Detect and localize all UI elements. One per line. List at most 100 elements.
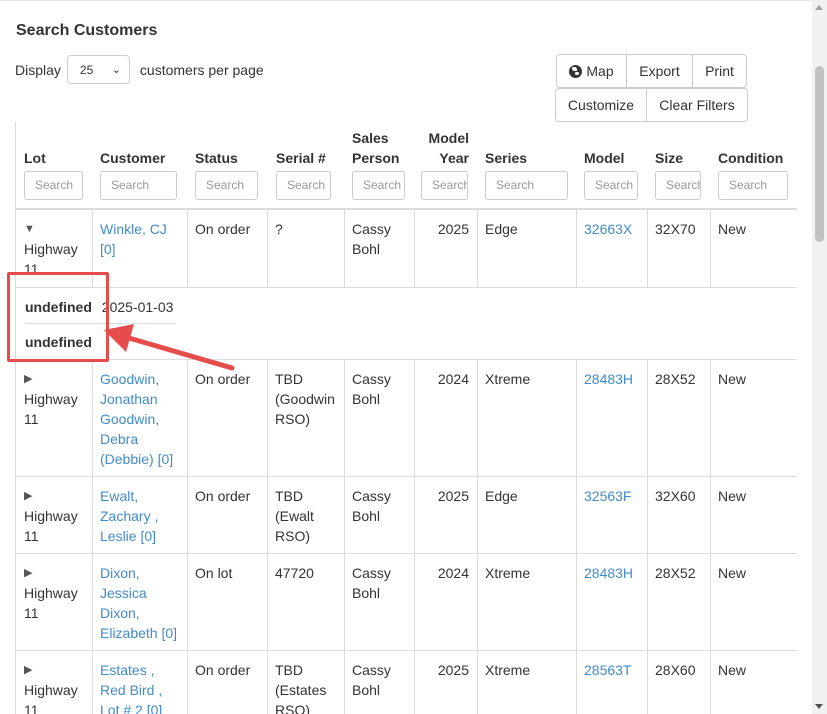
customer-search-input[interactable]: Search [100, 171, 177, 200]
col-sales-person: Sales Person Search [352, 122, 412, 208]
scrollbar-thumb[interactable] [815, 66, 824, 242]
model-link[interactable]: 28563T [576, 651, 648, 714]
serial-cell: 47720 [267, 554, 345, 650]
customize-button[interactable]: Customize [555, 88, 647, 122]
status-cell: On order [187, 651, 268, 714]
clear-filters-button[interactable]: Clear Filters [646, 88, 748, 122]
sales-person-search-input[interactable]: Search [352, 171, 405, 200]
annotation-highlight-box [7, 272, 109, 362]
customer-link[interactable]: Ewalt, Zachary , Leslie [0] [92, 477, 188, 553]
chevron-down-icon: ⌄ [111, 64, 121, 76]
sales-person-cell: Cassy Bohl [344, 554, 415, 650]
map-label: Map [586, 63, 614, 79]
serial-cell: TBD (Goodwin RSO) [267, 360, 345, 476]
size-cell: 28X60 [647, 651, 711, 714]
serial-cell: TBD (Estates RSO) [267, 651, 345, 714]
lot-cell: ▶ Highway 11 [16, 554, 93, 650]
serial-search-input[interactable]: Search [276, 171, 331, 200]
annotation-arrow-icon [104, 324, 235, 371]
col-status-label: Status [195, 150, 238, 166]
condition-cell: New [718, 565, 747, 581]
page-title: Search Customers [16, 22, 158, 39]
model-year-cell: 2025 [414, 210, 478, 287]
condition-search-input[interactable]: Search [718, 171, 788, 200]
print-button[interactable]: Print [692, 54, 747, 88]
col-condition-label: Condition [718, 150, 784, 166]
condition-cell: New [718, 662, 747, 678]
status-cell: On order [187, 210, 268, 287]
col-lot-label: Lot [24, 150, 46, 166]
col-model-year-label: Model Year [428, 130, 469, 166]
col-model: Model Search [584, 122, 640, 208]
table-header: Lot Search Customer Search Status Search… [16, 122, 797, 210]
clear-filters-label: Clear Filters [659, 97, 735, 113]
model-year-cell: 2025 [414, 477, 478, 553]
size-cell: 32X60 [647, 477, 711, 553]
model-year-cell: 2024 [414, 554, 478, 650]
sales-person-cell: Cassy Bohl [344, 477, 415, 553]
map-button[interactable]: Map [556, 54, 627, 88]
row-toggle-icon[interactable]: ▶ [24, 369, 84, 389]
model-search-input[interactable]: Search [584, 171, 638, 200]
export-label: Export [639, 63, 680, 79]
customer-link[interactable]: Estates , Red Bird , Lot # 2 [0] [92, 651, 188, 714]
size-search-input[interactable]: Search [655, 171, 701, 200]
col-model-year: Model Year Search [421, 122, 469, 208]
col-lot: Lot Search [24, 122, 86, 208]
series-search-input[interactable]: Search [485, 171, 568, 200]
lot-cell: ▶ Highway 11 [16, 360, 93, 476]
row-toggle-icon[interactable]: ▶ [24, 486, 84, 506]
status-cell: On lot [187, 554, 268, 650]
col-sales-person-label: Sales Person [352, 130, 400, 166]
condition-cell: New [718, 221, 747, 237]
lot-search-input[interactable]: Search [24, 171, 83, 200]
row-toggle-icon[interactable]: ▼ [24, 219, 84, 239]
table-row: ▶ Highway 11 Ewalt, Zachary , Leslie [0] … [16, 477, 797, 554]
size-cell: 28X52 [647, 554, 711, 650]
size-cell: 32X70 [647, 210, 711, 287]
model-year-search-input[interactable]: Search [421, 171, 468, 200]
lot-value: Highway 11 [24, 585, 78, 621]
sales-person-cell: Cassy Bohl [344, 210, 415, 287]
scroll-down-icon[interactable] [815, 704, 823, 709]
col-size: Size Search [655, 122, 703, 208]
col-model-label: Model [584, 150, 625, 166]
status-search-input[interactable]: Search [195, 171, 258, 200]
row-toggle-icon[interactable]: ▶ [24, 563, 84, 583]
serial-cell: TBD (Ewalt RSO) [267, 477, 345, 553]
customer-link[interactable]: Dixon, Jessica Dixon, Elizabeth [0] [92, 554, 188, 650]
model-link[interactable]: 32663X [576, 210, 648, 287]
model-link[interactable]: 32563F [576, 477, 648, 553]
sales-person-cell: Cassy Bohl [344, 360, 415, 476]
col-customer: Customer Search [100, 122, 180, 208]
model-year-cell: 2024 [414, 360, 478, 476]
col-status: Status Search [195, 122, 259, 208]
model-link[interactable]: 28483H [576, 554, 648, 650]
lot-value: Highway 11 [24, 682, 78, 714]
export-button[interactable]: Export [626, 54, 693, 88]
status-cell: On order [187, 477, 268, 553]
col-condition: Condition Search [718, 122, 797, 208]
page-size-select[interactable]: 25 ⌄ [66, 55, 130, 84]
col-customer-label: Customer [100, 150, 166, 166]
col-serial-label: Serial # [276, 150, 326, 166]
sales-person-cell: Cassy Bohl [344, 651, 415, 714]
lot-cell: ▶ Highway 11 [16, 651, 93, 714]
row-toggle-icon[interactable]: ▶ [24, 660, 84, 680]
col-serial: Serial # Search [276, 122, 336, 208]
customers-table: Lot Search Customer Search Status Search… [15, 122, 797, 714]
table-row: ▶ Highway 11 Dixon, Jessica Dixon, Elizab… [16, 554, 797, 651]
table-row: ▼ Highway 11 Winkle, CJ [0] On order ? Ca… [16, 210, 797, 288]
scroll-up-icon[interactable] [815, 5, 823, 10]
lot-value: Highway 11 [24, 391, 78, 427]
detail-value-1: 2025-01-03 [101, 299, 174, 315]
display-suffix: customers per page [139, 61, 264, 78]
table-row: ▶ Highway 11 Estates , Red Bird , Lot # 2… [16, 651, 797, 714]
print-label: Print [705, 63, 734, 79]
vertical-scrollbar[interactable] [812, 0, 827, 714]
top-border [0, 0, 827, 1]
model-link[interactable]: 28483H [576, 360, 648, 476]
lot-value: Highway 11 [24, 508, 78, 544]
col-series: Series Search [485, 122, 569, 208]
col-size-label: Size [655, 150, 684, 166]
